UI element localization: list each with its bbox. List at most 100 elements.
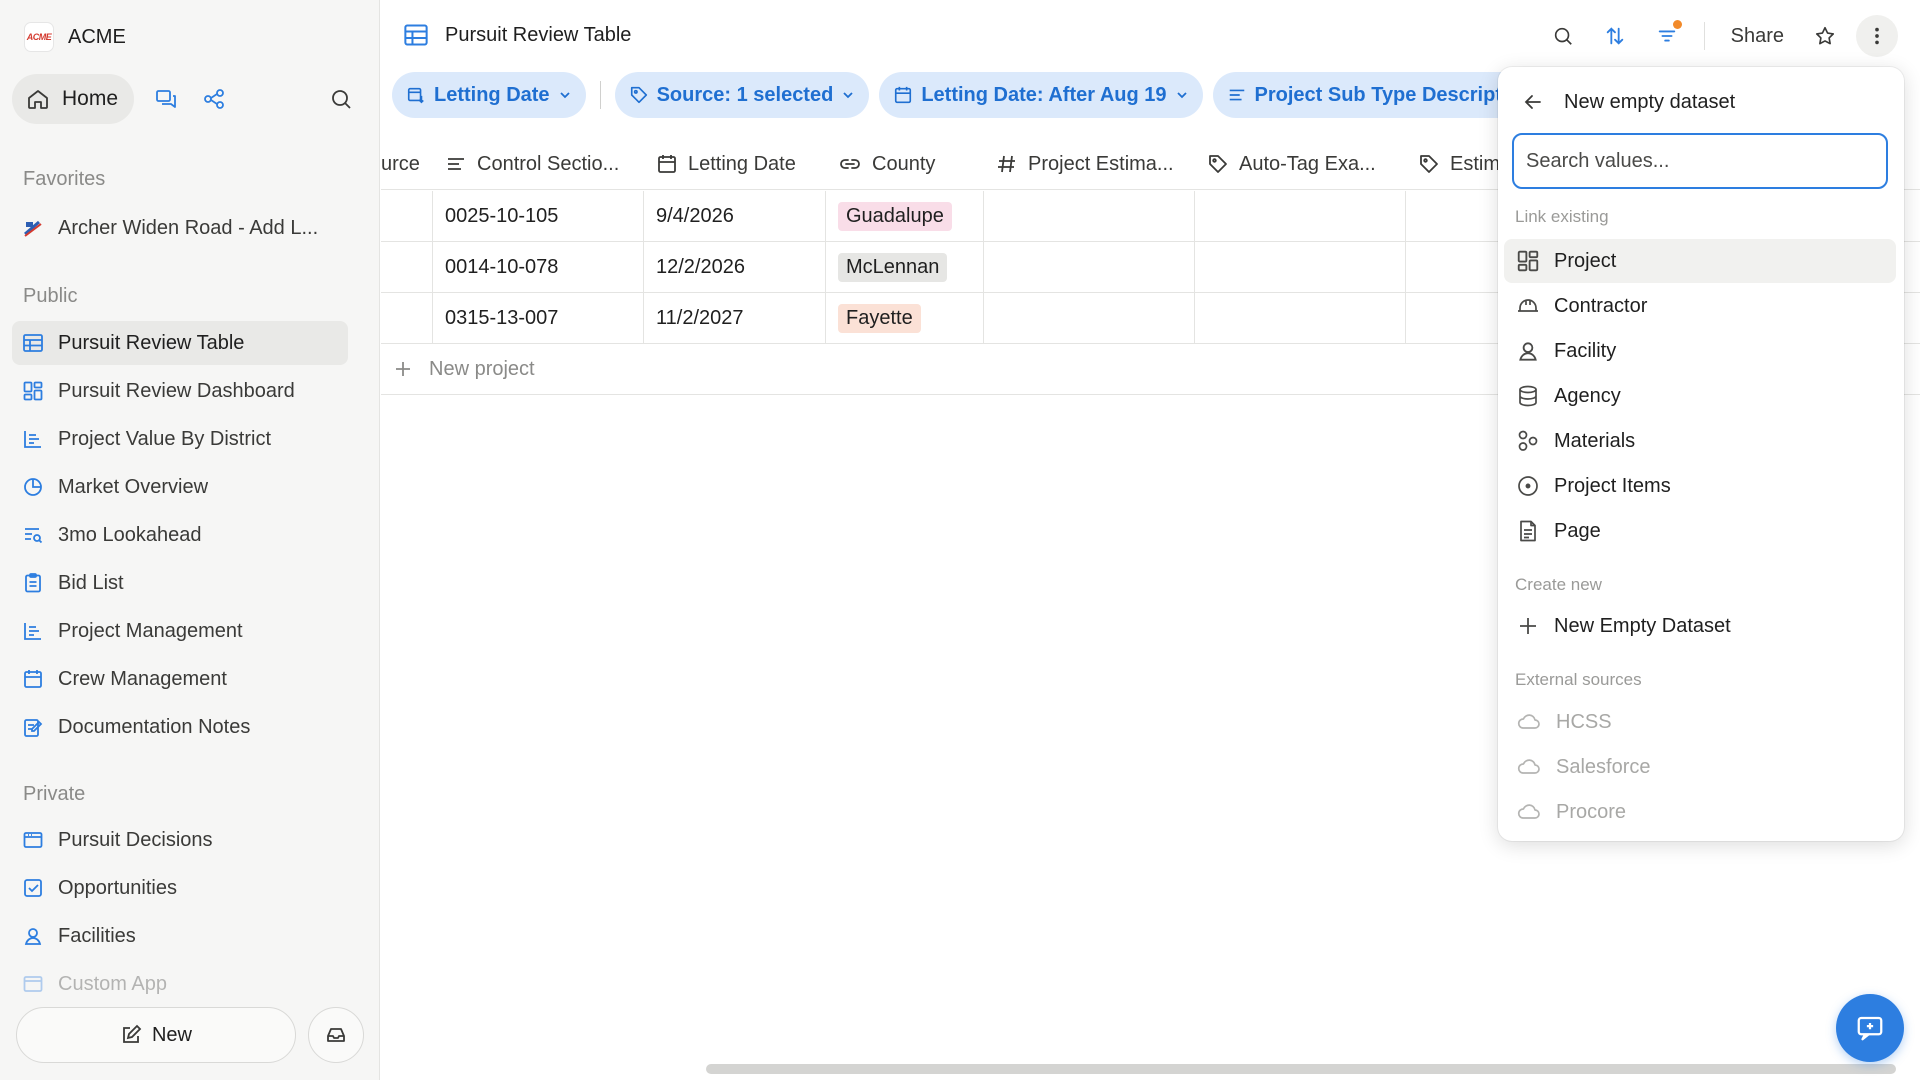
location-person-icon [22, 925, 44, 947]
table-cell[interactable]: Fayette [826, 293, 984, 343]
ai-chat-button[interactable] [1836, 994, 1904, 1062]
more-options-button[interactable] [1856, 15, 1898, 57]
calendar-icon [895, 86, 912, 104]
arrow-left-icon [1524, 95, 1541, 109]
column-header-letting-date[interactable]: Letting Date [644, 138, 826, 190]
table-cell[interactable]: 0025-10-105 [433, 191, 644, 241]
tag-icon [1420, 155, 1438, 173]
sidebar-item-project-management[interactable]: Project Management [12, 609, 348, 653]
favorites-section-label: Favorites [23, 168, 106, 190]
cloud-icon [1517, 759, 1540, 774]
table-cell[interactable] [1195, 242, 1406, 292]
sort-chip-letting-date[interactable]: Letting Date [392, 72, 586, 118]
edit-note-icon [22, 716, 44, 738]
plus-icon [1520, 618, 1536, 634]
sidebar-item-facilities[interactable]: Facilities [12, 914, 348, 958]
link-option-materials[interactable]: Materials [1504, 419, 1896, 463]
sidebar-item-custom-app[interactable]: Custom App [12, 973, 348, 995]
filter-bar: Letting Date Source: 1 selected Letting … [392, 72, 1570, 118]
table-cell[interactable] [1195, 293, 1406, 343]
inbox-button[interactable] [308, 1007, 364, 1063]
sort-button[interactable] [1594, 15, 1636, 57]
table-cell[interactable] [984, 242, 1195, 292]
sidebar-item-market-overview[interactable]: Market Overview [12, 465, 348, 509]
sidebar-item-opportunities[interactable]: Opportunities [12, 866, 348, 910]
home-row: Home [12, 74, 363, 124]
sidebar-search-button[interactable] [319, 77, 363, 121]
sidebar-item-3mo-lookahead[interactable]: 3mo Lookahead [12, 513, 348, 557]
bar-chart-icon [22, 620, 44, 642]
table-cell[interactable]: McLennan [826, 242, 984, 292]
column-header-county[interactable]: County [826, 138, 984, 190]
favorite-button[interactable] [1804, 15, 1846, 57]
search-values-input[interactable] [1512, 133, 1888, 189]
new-dataset-dropdown: New empty dataset Link existing Project … [1498, 67, 1904, 841]
text-lines-icon [1229, 89, 1244, 101]
table-cell[interactable] [381, 191, 433, 241]
search-button[interactable] [1542, 15, 1584, 57]
sidebar-item-pursuit-review-table[interactable]: Pursuit Review Table [12, 321, 348, 365]
star-icon [1815, 26, 1835, 45]
table-cell[interactable]: 12/2/2026 [644, 242, 826, 292]
workspace-switcher[interactable]: ACME ACME [24, 22, 126, 52]
graph-icon [204, 89, 224, 109]
timeline-search-icon [22, 524, 44, 546]
table-cell[interactable]: 9/4/2026 [644, 191, 826, 241]
table-cell[interactable] [984, 191, 1195, 241]
column-header-auto-tag[interactable]: Auto-Tag Exa... [1195, 138, 1406, 190]
column-header-control-section[interactable]: Control Sectio... [433, 138, 644, 190]
link-option-contractor[interactable]: Contractor [1504, 284, 1896, 328]
page-title-group: Pursuit Review Table [403, 22, 631, 48]
search-icon [1554, 27, 1572, 45]
calendar-sort-icon [407, 87, 424, 104]
sidebar-item-archer-widen-road[interactable]: Archer Widen Road - Add L... [12, 206, 348, 250]
back-button[interactable] [1522, 91, 1544, 113]
link-option-facility[interactable]: Facility [1504, 329, 1896, 373]
link-option-page[interactable]: Page [1504, 509, 1896, 553]
sidebar-item-project-value-by-district[interactable]: Project Value By District [12, 417, 348, 461]
table-cell[interactable] [381, 293, 433, 343]
sidebar-item-pursuit-decisions[interactable]: Pursuit Decisions [12, 818, 348, 862]
home-button[interactable]: Home [12, 74, 135, 124]
filter-active-dot [1672, 20, 1682, 29]
circle-dot-icon [1518, 476, 1538, 496]
divider [1703, 22, 1705, 50]
pie-chart-icon [22, 476, 44, 498]
table-cell[interactable]: Guadalupe [826, 191, 984, 241]
text-lines-icon [448, 158, 464, 170]
external-source-hcss[interactable]: HCSS [1504, 700, 1896, 744]
external-source-procore[interactable]: Procore [1504, 790, 1896, 834]
shapes-icon [1518, 430, 1538, 451]
share-button[interactable]: Share [1721, 25, 1794, 48]
sidebar-item-crew-management[interactable]: Crew Management [12, 657, 348, 701]
new-empty-dataset-option[interactable]: New Empty Dataset [1504, 604, 1896, 648]
sidebar-item-pursuit-review-dashboard[interactable]: Pursuit Review Dashboard [12, 369, 348, 413]
table-cell[interactable] [984, 293, 1195, 343]
table-cell[interactable] [381, 242, 433, 292]
horizontal-scrollbar[interactable] [706, 1064, 1896, 1074]
table-cell[interactable]: 0315-13-007 [433, 293, 644, 343]
county-tag: McLennan [838, 252, 948, 282]
new-button[interactable]: New [16, 1007, 296, 1063]
table-cell[interactable] [1195, 191, 1406, 241]
column-header-source[interactable]: urce [381, 138, 433, 190]
filter-button[interactable] [1646, 15, 1688, 57]
top-bar: Pursuit Review Table Share [381, 0, 1920, 74]
filter-chip-letting-date[interactable]: Letting Date: After Aug 19 [879, 72, 1203, 118]
table-cell[interactable]: 11/2/2027 [644, 293, 826, 343]
graph-button[interactable] [192, 77, 236, 121]
sidebar-item-bid-list[interactable]: Bid List [12, 561, 348, 605]
column-header-project-estimate[interactable]: Project Estima... [984, 138, 1195, 190]
link-existing-label: Link existing [1515, 207, 1609, 226]
external-source-salesforce[interactable]: Salesforce [1504, 745, 1896, 789]
calendar-icon [658, 155, 676, 173]
chat-button[interactable] [144, 77, 188, 121]
sidebar: ACME ACME Home Favorites Archer Widen Ro… [0, 0, 380, 1080]
link-option-agency[interactable]: Agency [1504, 374, 1896, 418]
filter-chip-source[interactable]: Source: 1 selected [614, 72, 870, 118]
link-option-project-items[interactable]: Project Items [1504, 464, 1896, 508]
link-option-project[interactable]: Project [1504, 239, 1896, 283]
bar-chart-icon [22, 428, 44, 450]
sidebar-item-documentation-notes[interactable]: Documentation Notes [12, 705, 348, 749]
table-cell[interactable]: 0014-10-078 [433, 242, 644, 292]
